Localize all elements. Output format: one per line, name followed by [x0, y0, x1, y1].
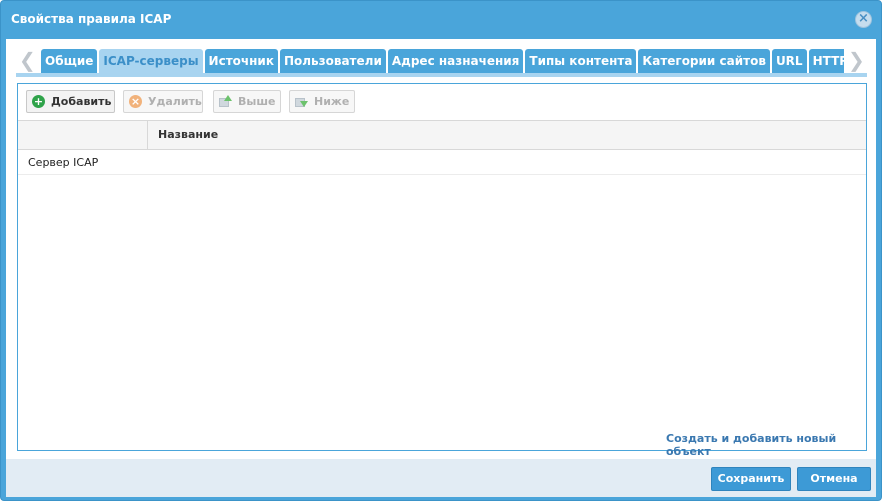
- dialog-window: Свойства правила ICAP × ❮ Общие ICAP-серв…: [0, 0, 882, 501]
- tab-underline: [16, 73, 867, 77]
- tab-users[interactable]: Пользователи: [279, 49, 386, 73]
- add-button-label: Добавить: [51, 95, 112, 108]
- icap-servers-panel: + Добавить × Удалить Выше Ниже Название …: [17, 83, 867, 458]
- tab-destination[interactable]: Адрес назначения: [387, 49, 524, 73]
- create-new-object-link[interactable]: Создать и добавить новый объект: [666, 432, 866, 458]
- add-icon: +: [32, 95, 45, 108]
- tab-source[interactable]: Источник: [204, 49, 278, 73]
- delete-icon: ×: [129, 95, 142, 108]
- table-row[interactable]: Сервер ICAP: [18, 150, 866, 175]
- save-button[interactable]: Сохранить: [711, 467, 791, 491]
- move-up-button[interactable]: Выше: [213, 90, 281, 113]
- dialog-body: ❮ Общие ICAP-серверы Источник Пользователи А…: [6, 39, 876, 459]
- delete-button[interactable]: × Удалить: [123, 90, 203, 113]
- cancel-button[interactable]: Отмена: [797, 467, 871, 491]
- tab-strip: ❮ Общие ICAP-серверы Источник Пользователи А…: [6, 39, 876, 83]
- grid-header: Название: [18, 120, 866, 150]
- tab-general[interactable]: Общие: [41, 49, 98, 73]
- move-down-button-label: Ниже: [314, 95, 350, 108]
- dialog-footer: Сохранить Отмена: [6, 459, 876, 497]
- title-bar[interactable]: Свойства правила ICAP ×: [1, 1, 881, 39]
- move-down-icon: [295, 95, 308, 108]
- toolbar: + Добавить × Удалить Выше Ниже: [18, 84, 866, 120]
- tab-http-method[interactable]: HTTP метод: [808, 49, 844, 73]
- move-down-button[interactable]: Ниже: [289, 90, 355, 113]
- tab-site-categories[interactable]: Категории сайтов: [638, 49, 770, 73]
- tab-url[interactable]: URL: [771, 49, 807, 73]
- table-cell-name: Сервер ICAP: [28, 156, 99, 169]
- add-button[interactable]: + Добавить: [26, 90, 115, 113]
- tab-scroll-left-icon[interactable]: ❮: [19, 50, 36, 71]
- column-header-name[interactable]: Название: [158, 128, 218, 141]
- move-up-icon: [219, 95, 232, 108]
- dialog-title: Свойства правила ICAP: [11, 12, 172, 26]
- close-icon[interactable]: ×: [855, 11, 872, 28]
- grid-header-blank: [18, 121, 148, 149]
- tab-list: Общие ICAP-серверы Источник Пользователи Адр…: [41, 49, 844, 73]
- delete-button-label: Удалить: [148, 95, 202, 108]
- tab-content-types[interactable]: Типы контента: [525, 49, 637, 73]
- tab-scroll-right-icon[interactable]: ❯: [848, 50, 865, 71]
- tab-icap-servers[interactable]: ICAP-серверы: [99, 49, 203, 73]
- move-up-button-label: Выше: [238, 95, 276, 108]
